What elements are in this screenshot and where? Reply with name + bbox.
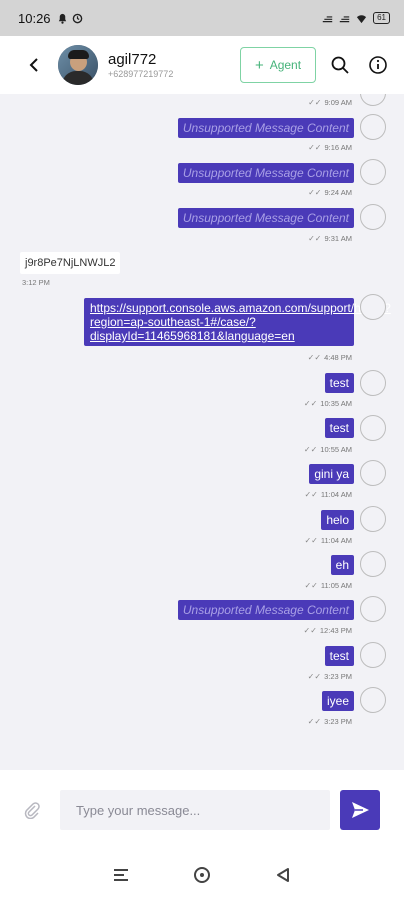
search-button[interactable] — [326, 51, 354, 79]
info-icon — [369, 56, 387, 74]
message-input[interactable] — [60, 790, 330, 830]
system-nav-bar — [0, 850, 404, 900]
signal-icon-2 — [339, 15, 350, 22]
message-avatar — [360, 204, 386, 230]
notification-icon — [58, 13, 66, 24]
message-avatar — [360, 159, 386, 185]
message-bubble[interactable]: eh — [330, 555, 354, 575]
message-avatar — [360, 114, 386, 140]
message-avatar — [360, 687, 386, 713]
message-meta: ✓✓ 3:23 PM — [307, 717, 352, 726]
send-button[interactable] — [340, 790, 380, 830]
contact-phone: +628977219772 — [108, 69, 174, 79]
contact-info[interactable]: agil772 +628977219772 — [108, 51, 173, 79]
signal-icon — [322, 15, 333, 22]
message-meta: ✓✓ 11:04 AM — [304, 490, 352, 499]
message-bubble[interactable]: Unsupported Message Content — [177, 208, 354, 228]
chat-messages[interactable]: ✓✓ 9:09 AM Unsupported Message Content ✓✓… — [0, 94, 404, 770]
message-bubble[interactable]: Unsupported Message Content — [177, 118, 354, 138]
message-avatar — [360, 460, 386, 486]
link-message-bubble[interactable]: https://support.console.aws.amazon.com/s… — [84, 298, 391, 346]
status-bar: 10:26 61 — [0, 0, 404, 36]
contact-avatar[interactable] — [58, 45, 98, 85]
message-bubble[interactable]: Unsupported Message Content — [177, 163, 354, 183]
wifi-icon — [357, 14, 367, 23]
status-time: 10:26 — [18, 10, 51, 26]
message-avatar — [360, 294, 386, 320]
message-composer — [0, 770, 404, 850]
message-meta: ✓✓ 4:48 PM — [307, 353, 352, 362]
message-avatar — [360, 596, 386, 622]
message-bubble[interactable]: test — [324, 418, 354, 438]
search-icon — [331, 56, 349, 74]
message-avatar — [360, 370, 386, 396]
menu-icon — [113, 869, 128, 881]
recents-button[interactable] — [107, 861, 135, 889]
message-meta: ✓✓ 10:55 AM — [303, 445, 352, 454]
incoming-message-bubble[interactable]: j9r8Pe7NjLNWJL2 — [20, 252, 121, 274]
clock-icon — [72, 13, 82, 23]
message-meta: ✓✓ 11:05 AM — [304, 581, 352, 590]
home-icon — [193, 867, 210, 883]
battery-indicator: 61 — [373, 12, 390, 24]
back-triangle-icon — [277, 868, 290, 882]
attach-button[interactable] — [18, 796, 46, 824]
message-meta: ✓✓ 11:04 AM — [304, 536, 352, 545]
message-meta: 3:12 PM — [22, 278, 50, 287]
message-meta: ✓✓ 9:16 AM — [308, 143, 352, 152]
plus-icon: + — [254, 56, 264, 74]
message-avatar — [360, 506, 386, 532]
contact-name: agil772 — [108, 51, 157, 68]
chat-header: agil772 +628977219772 + Agent — [0, 36, 404, 94]
message-meta: ✓✓ 12:43 PM — [303, 626, 352, 635]
message-avatar — [360, 415, 386, 441]
back-button[interactable] — [20, 51, 48, 79]
home-button[interactable] — [188, 861, 216, 889]
message-bubble[interactable]: helo — [321, 510, 354, 530]
message-bubble[interactable]: iyee — [321, 691, 354, 711]
info-button[interactable] — [364, 51, 392, 79]
message-bubble[interactable]: Unsupported Message Content — [177, 600, 354, 620]
message-avatar — [360, 94, 386, 106]
message-avatar — [360, 642, 386, 668]
message-meta: ✓✓ 9:31 AM — [308, 234, 352, 243]
message-bubble[interactable]: test — [324, 373, 354, 393]
message-bubble[interactable]: gini ya — [309, 464, 354, 484]
message-meta: ✓✓ 9:09 AM — [308, 98, 352, 107]
send-icon — [352, 802, 369, 818]
system-back-button[interactable] — [269, 861, 297, 889]
paperclip-icon — [24, 802, 40, 819]
message-meta: ✓✓ 10:35 AM — [303, 399, 352, 408]
agent-button-label: Agent — [269, 58, 302, 72]
message-bubble[interactable]: test — [324, 646, 354, 666]
message-meta: ✓✓ 3:23 PM — [307, 672, 352, 681]
add-agent-button[interactable]: + Agent — [240, 47, 316, 83]
message-avatar — [360, 551, 386, 577]
message-meta: ✓✓ 9:24 AM — [308, 188, 352, 197]
back-arrow-icon — [29, 58, 38, 72]
